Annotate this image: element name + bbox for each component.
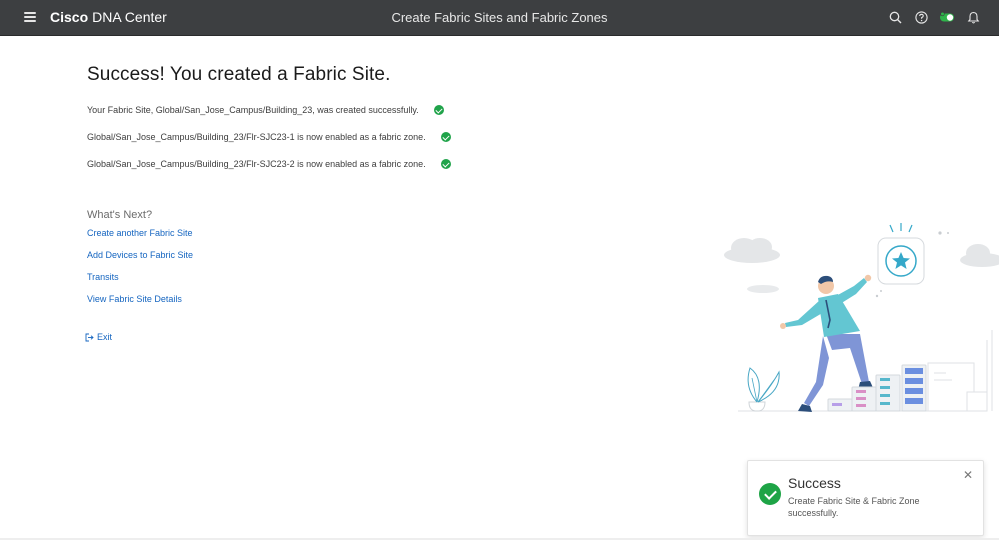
message-text: Your Fabric Site, Global/San_Jose_Campus… [87,105,419,115]
header-icons [887,9,981,25]
exit-icon [85,333,94,341]
success-illustration [724,223,999,412]
toast-title: Success [788,475,841,491]
success-toast: Success Create Fabric Site & Fabric Zone… [747,460,984,536]
plant-icon [747,367,780,412]
check-circle-icon [433,105,444,115]
page-title: Success! You created a Fabric Site. [87,64,391,85]
help-icon[interactable] [913,9,929,25]
check-circle-icon [440,132,451,142]
transits-link[interactable]: Transits [87,272,119,282]
exit-button[interactable]: Exit [85,332,112,342]
view-fabric-site-details-link[interactable]: View Fabric Site Details [87,294,182,304]
star-badge-icon [877,223,949,285]
add-devices-link[interactable]: Add Devices to Fabric Site [87,250,193,260]
close-icon[interactable]: ✕ [963,468,973,482]
status-toggle-icon[interactable] [939,9,955,25]
search-icon[interactable] [887,9,903,25]
success-message-zone-1: Global/San_Jose_Campus/Building_23/Flr-S… [87,132,451,142]
message-text: Global/San_Jose_Campus/Building_23/Flr-S… [87,132,426,142]
message-text: Global/San_Jose_Campus/Building_23/Flr-S… [87,159,426,169]
top-navigation-bar: Cisco DNA Center Create Fabric Sites and … [0,0,999,36]
success-check-icon [759,483,781,505]
toast-message: Create Fabric Site & Fabric Zone success… [788,496,920,518]
cloud-icon [724,238,780,263]
check-circle-icon [440,159,451,169]
exit-label: Exit [97,332,113,342]
create-another-fabric-site-link[interactable]: Create another Fabric Site [87,228,193,238]
page-heading: Create Fabric Sites and Fabric Zones [391,10,608,25]
success-message-site: Your Fabric Site, Global/San_Jose_Campus… [87,105,444,115]
cloud-icon [747,285,779,293]
success-panel: Success! You created a Fabric Site. Your… [85,64,647,342]
notifications-icon[interactable] [965,9,981,25]
success-message-zone-2: Global/San_Jose_Campus/Building_23/Flr-S… [87,159,451,169]
whats-next-heading: What's Next? [87,209,153,221]
cloud-icon [960,244,999,267]
